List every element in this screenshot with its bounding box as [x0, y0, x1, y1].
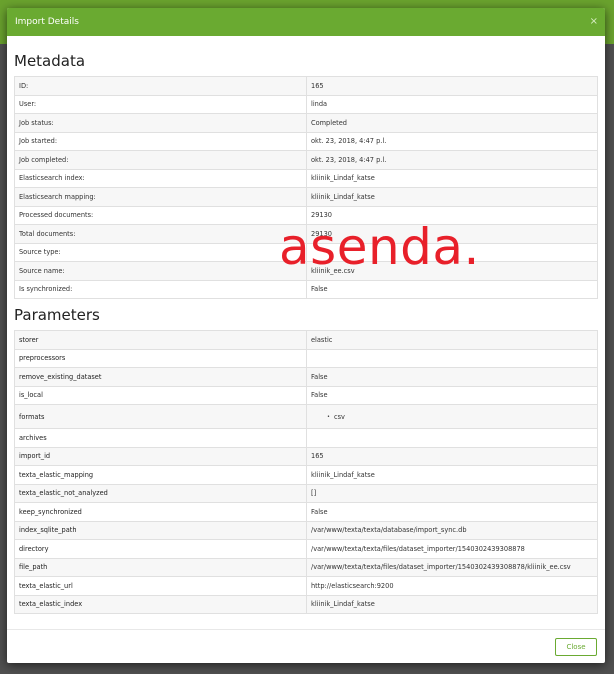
table-row: Source type:	[14, 242, 598, 262]
table-row: keep_synchronized False	[14, 502, 598, 522]
parameters-table: storer elastic preprocessors remove_existin…	[14, 330, 598, 614]
row-value: 29130	[306, 224, 598, 244]
row-key: formats	[14, 404, 307, 429]
metadata-heading: Metadata	[14, 52, 86, 70]
row-value: elastic	[306, 330, 598, 350]
formats-list: csv	[311, 413, 593, 421]
row-value: 165	[306, 76, 598, 96]
row-value: False	[306, 367, 598, 387]
row-key: Job started:	[14, 131, 307, 151]
row-key: Processed documents:	[14, 205, 307, 225]
row-key: preprocessors	[14, 348, 307, 368]
row-key: archives	[14, 428, 307, 448]
row-key: texta_elastic_not_analyzed	[14, 483, 307, 503]
row-value: kliinik_Lindaf_katse	[306, 465, 598, 485]
table-row: formats csv	[14, 404, 598, 429]
table-row: Elasticsearch index: kliinik_Lindaf_katse	[14, 168, 598, 188]
row-key: file_path	[14, 557, 307, 577]
row-key: ID:	[14, 76, 307, 96]
row-value	[306, 348, 598, 368]
row-value: []	[306, 483, 598, 503]
import-details-modal: Import Details × Metadata ID: 165 User: lin…	[7, 8, 605, 663]
table-row: file_path/var/www/texta/texta/files/data…	[14, 557, 598, 577]
row-value: kliinik_ee.csv	[306, 261, 598, 281]
row-key: Job completed:	[14, 150, 307, 170]
row-value	[306, 428, 598, 448]
row-key: Total documents:	[14, 224, 307, 244]
table-row: Processed documents: 29130	[14, 205, 598, 225]
row-value: False	[306, 385, 598, 405]
row-value: Completed	[306, 113, 598, 133]
row-value: csv	[306, 404, 598, 429]
table-row: Elasticsearch mapping: kliinik_Lindaf_kat…	[14, 187, 598, 207]
table-row: preprocessors	[14, 348, 598, 368]
table-row: directory/var/www/texta/texta/files/data…	[14, 539, 598, 559]
row-key: Elasticsearch index:	[14, 168, 307, 188]
row-key: storer	[14, 330, 307, 350]
table-row: texta_elastic_not_analyzed[]	[14, 483, 598, 503]
table-row: ID: 165	[14, 76, 598, 96]
row-value	[306, 242, 598, 262]
table-row: Job started: okt. 23, 2018, 4:47 p.l.	[14, 131, 598, 151]
row-key: keep_synchronized	[14, 502, 307, 522]
row-key: remove_existing_dataset	[14, 367, 307, 387]
row-value: False	[306, 502, 598, 522]
row-key: is_local	[14, 385, 307, 405]
table-row: Is synchronized: False	[14, 279, 598, 299]
table-row: texta_elastic_url http://elasticsearch:92…	[14, 576, 598, 596]
table-row: is_local False	[14, 385, 598, 405]
row-key: Job status:	[14, 113, 307, 133]
table-row: texta_elastic_mapping kliinik_Lindaf_kats…	[14, 465, 598, 485]
row-value: okt. 23, 2018, 4:47 p.l.	[306, 150, 598, 170]
modal-footer: Close	[7, 629, 605, 663]
table-row: Job status: Completed	[14, 113, 598, 133]
row-value: http://elasticsearch:9200	[306, 576, 598, 596]
row-value: /var/www/texta/texta/files/dataset_impor…	[306, 557, 598, 577]
table-row: archives	[14, 428, 598, 448]
modal-header: Import Details ×	[7, 8, 605, 36]
metadata-table: ID: 165 User: linda Job status: Completed Job …	[14, 76, 598, 299]
row-key: User:	[14, 94, 307, 114]
row-value: 29130	[306, 205, 598, 225]
table-row: import_id 165	[14, 446, 598, 466]
row-value: linda	[306, 94, 598, 114]
row-value: okt. 23, 2018, 4:47 p.l.	[306, 131, 598, 151]
row-value: False	[306, 279, 598, 299]
table-row: Total documents: 29130	[14, 224, 598, 244]
row-key: texta_elastic_url	[14, 576, 307, 596]
parameters-heading: Parameters	[14, 306, 100, 324]
row-value: /var/www/texta/texta/database/import_syn…	[306, 520, 598, 540]
row-key: index_sqlite_path	[14, 520, 307, 540]
row-value: /var/www/texta/texta/files/dataset_impor…	[306, 539, 598, 559]
row-key: import_id	[14, 446, 307, 466]
row-key: Source name:	[14, 261, 307, 281]
row-key: directory	[14, 539, 307, 559]
table-row: Source name: kliinik_ee.csv	[14, 261, 598, 281]
row-value: kliinik_Lindaf_katse	[306, 168, 598, 188]
table-row: remove_existing_dataset False	[14, 367, 598, 387]
table-row: Job completed: okt. 23, 2018, 4:47 p.l.	[14, 150, 598, 170]
row-key: Elasticsearch mapping:	[14, 187, 307, 207]
row-key: texta_elastic_mapping	[14, 465, 307, 485]
row-value: kliinik_Lindaf_katse	[306, 187, 598, 207]
modal-title: Import Details	[15, 17, 79, 27]
row-key: texta_elastic_index	[14, 594, 307, 614]
list-item: csv	[327, 413, 593, 421]
table-row: User: linda	[14, 94, 598, 114]
row-key: Is synchronized:	[14, 279, 307, 299]
close-icon[interactable]: ×	[590, 8, 598, 36]
row-value: kliinik_Lindaf_katse	[306, 594, 598, 614]
table-row: storer elastic	[14, 330, 598, 350]
table-row: texta_elastic_index kliinik_Lindaf_katse	[14, 594, 598, 614]
row-key: Source type:	[14, 242, 307, 262]
row-value: 165	[306, 446, 598, 466]
table-row: index_sqlite_path/var/www/texta/texta/da…	[14, 520, 598, 540]
close-button[interactable]: Close	[555, 638, 597, 656]
